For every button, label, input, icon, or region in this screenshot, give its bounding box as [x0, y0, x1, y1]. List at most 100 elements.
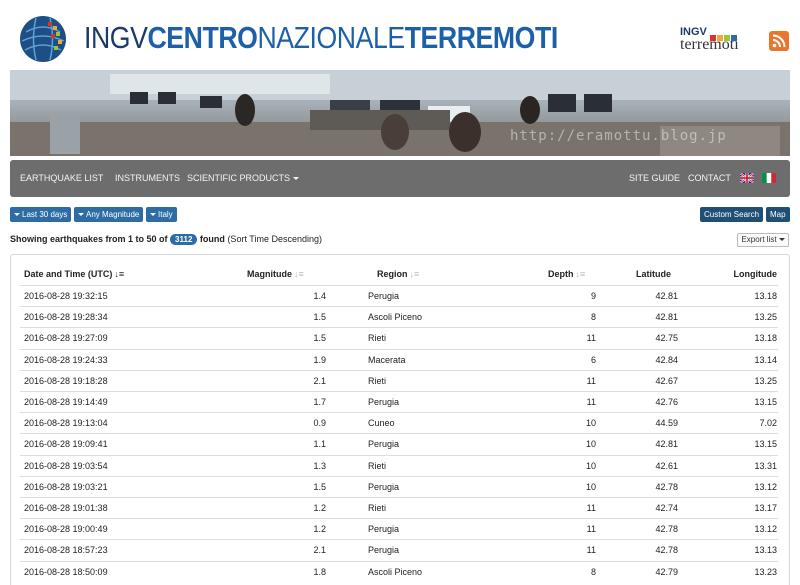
nav-site-guide[interactable]: SITE GUIDE — [629, 173, 680, 183]
column-header-depth[interactable]: Depth ↓≡ — [548, 269, 585, 279]
cell-region: Perugia — [368, 481, 400, 492]
cell-region: Rieti — [368, 375, 387, 386]
sort-desc-icon: ↓≡ — [114, 269, 125, 279]
title-ingv: INGV — [84, 20, 148, 55]
nav-earthquake-list[interactable]: EARTHQUAKE LIST — [20, 173, 103, 183]
table-row[interactable]: 2016-08-28 19:32:15 1.4 Perugia 9 42.81 13.18 — [20, 285, 778, 306]
map-button[interactable]: Map — [766, 207, 790, 222]
cell-datetime: 2016-08-28 18:57:23 — [24, 545, 108, 556]
table-row[interactable]: 2016-08-28 19:28:34 1.5 Ascoli Piceno 8 42.8… — [20, 306, 778, 327]
cell-longitude: 7.02 — [759, 418, 777, 429]
cell-magnitude: 1.5 — [313, 312, 326, 323]
rss-glyph — [772, 34, 786, 48]
summary-sort-note: (Sort Time Descending) — [227, 234, 322, 244]
cell-magnitude: 1.2 — [313, 524, 326, 535]
column-header-magnitude-label: Magnitude — [247, 269, 292, 279]
sort-icon: ↓≡ — [575, 269, 586, 279]
cell-datetime: 2016-08-28 19:28:34 — [24, 312, 108, 323]
table-row[interactable]: 2016-08-28 18:57:23 2.1 Perugia 11 42.78 13.1… — [20, 539, 778, 560]
filter-magnitude-label: Any Magnitude — [86, 210, 140, 219]
table-row[interactable]: 2016-08-28 19:00:49 1.2 Perugia 11 42.78 13.1… — [20, 518, 778, 539]
cell-region: Perugia — [368, 545, 400, 556]
cell-depth: 11 — [586, 333, 596, 344]
cell-latitude: 42.76 — [655, 397, 678, 407]
table-row[interactable]: 2016-08-28 19:24:33 1.9 Macerata 6 42.84 13.1… — [20, 348, 778, 370]
cell-region: Rieti — [368, 333, 387, 344]
export-list-label: Export list — [741, 235, 777, 244]
rss-icon[interactable] — [769, 31, 789, 51]
table-row[interactable]: 2016-08-28 19:09:41 1.1 Perugia 10 42.81 13.1… — [20, 433, 778, 454]
cell-longitude: 13.17 — [754, 503, 777, 513]
column-header-region[interactable]: Region ↓≡ — [377, 269, 419, 279]
nav-instruments[interactable]: INSTRUMENTS — [115, 173, 180, 183]
filter-area-button[interactable]: Italy — [146, 207, 177, 222]
cell-latitude: 42.75 — [655, 333, 678, 344]
cell-depth: 11 — [586, 545, 596, 556]
table-row[interactable]: 2016-08-28 19:03:54 1.3 Rieti 10 42.61 13.31 — [20, 454, 778, 476]
cell-datetime: 2016-08-28 19:14:49 — [24, 397, 108, 407]
cell-region: Ascoli Piceno — [368, 312, 423, 323]
cell-datetime: 2016-08-28 19:03:54 — [24, 460, 108, 471]
title-nazionale: NAZIONALE — [257, 20, 405, 55]
cell-datetime: 2016-08-28 19:03:21 — [24, 481, 108, 492]
cell-longitude: 13.12 — [754, 481, 777, 492]
table-row[interactable]: 2016-08-28 19:13:04 0.9 Cuneo 10 44.59 7.02 — [20, 412, 778, 433]
export-list-button[interactable]: Export list — [737, 233, 789, 247]
site-title[interactable]: INGVCENTRONAZIONALETERREMOTI — [84, 20, 558, 56]
column-header-datetime[interactable]: Date and Time (UTC) ↓≡ — [24, 269, 124, 279]
sublogo-colored-squares — [710, 28, 738, 46]
italy-flag-icon[interactable] — [762, 173, 776, 183]
filter-area-label: Italy — [158, 210, 173, 219]
results-summary: Showing earthquakes from 1 to 50 of 3112… — [10, 234, 322, 245]
filter-time-button[interactable]: Last 30 days — [10, 207, 72, 222]
cell-region: Rieti — [368, 460, 387, 471]
title-terremoti: TERREMOTI — [404, 20, 559, 55]
table-row[interactable]: 2016-08-28 19:14:49 1.7 Perugia 11 42.76 13.1… — [20, 391, 778, 412]
ingv-terremoti-logo[interactable]: INGV terremoti — [680, 26, 760, 56]
cell-longitude: 13.25 — [754, 312, 777, 323]
sort-icon: ↓≡ — [294, 269, 304, 279]
filter-magnitude-button[interactable]: Any Magnitude — [74, 207, 144, 222]
caret-down-icon — [78, 213, 84, 217]
nav-contact[interactable]: CONTACT — [688, 173, 731, 183]
custom-search-button[interactable]: Custom Search — [700, 207, 764, 222]
table-row[interactable]: 2016-08-28 18:50:09 1.8 Ascoli Piceno 8 42.7… — [20, 560, 778, 582]
cell-depth: 11 — [586, 397, 596, 407]
column-header-magnitude[interactable]: Magnitude ↓≡ — [247, 269, 304, 279]
cell-longitude: 13.18 — [754, 291, 777, 301]
table-row[interactable]: 2016-08-28 19:27:09 1.5 Rieti 11 42.75 13.18 — [20, 327, 778, 348]
cell-longitude: 13.23 — [754, 566, 777, 577]
cell-magnitude: 1.5 — [313, 333, 326, 344]
cell-magnitude: 1.7 — [313, 397, 326, 407]
cell-latitude: 42.78 — [655, 481, 678, 492]
cell-depth: 10 — [585, 460, 596, 471]
table-row[interactable]: 2016-08-28 19:01:38 1.2 Rieti 11 42.74 13.17 — [20, 497, 778, 518]
cell-latitude: 42.81 — [655, 291, 678, 301]
column-header-latitude[interactable]: Latitude — [636, 269, 671, 279]
table-row[interactable]: 2016-08-28 19:03:21 1.5 Perugia 10 42.78 13.1… — [20, 475, 778, 497]
cell-datetime: 2016-08-28 19:13:04 — [24, 418, 108, 429]
cell-magnitude: 1.5 — [313, 481, 326, 492]
column-header-datetime-label: Date and Time (UTC) — [24, 269, 113, 279]
cell-longitude: 13.31 — [754, 460, 777, 471]
ingv-globe-logo[interactable] — [18, 14, 68, 64]
earthquake-table: Date and Time (UTC) ↓≡ Magnitude ↓≡ Region… — [10, 254, 790, 585]
office-photo-banner: http://eramottu.blog.jp — [10, 70, 790, 156]
table-row[interactable]: 2016-08-28 19:18:28 2.1 Rieti 11 42.67 13.25 — [20, 369, 778, 391]
cell-depth: 8 — [590, 566, 596, 577]
nav-scientific-products[interactable]: SCIENTIFIC PRODUCTS — [187, 173, 299, 183]
cell-magnitude: 1.8 — [313, 566, 326, 577]
column-header-longitude[interactable]: Longitude — [734, 269, 778, 279]
cell-magnitude: 2.1 — [313, 375, 326, 386]
cell-datetime: 2016-08-28 19:24:33 — [24, 354, 108, 365]
summary-prefix: Showing earthquakes from 1 to 50 of — [10, 234, 168, 244]
cell-datetime: 2016-08-28 19:32:15 — [24, 291, 108, 301]
cell-latitude: 42.81 — [655, 312, 678, 323]
cell-longitude: 13.12 — [754, 524, 777, 535]
cell-depth: 10 — [585, 481, 596, 492]
uk-flag-icon[interactable] — [740, 173, 754, 183]
banner-watermark: http://eramottu.blog.jp — [510, 128, 727, 144]
cell-depth: 11 — [586, 503, 596, 513]
cell-depth: 10 — [585, 418, 596, 429]
cell-latitude: 42.78 — [655, 524, 678, 535]
